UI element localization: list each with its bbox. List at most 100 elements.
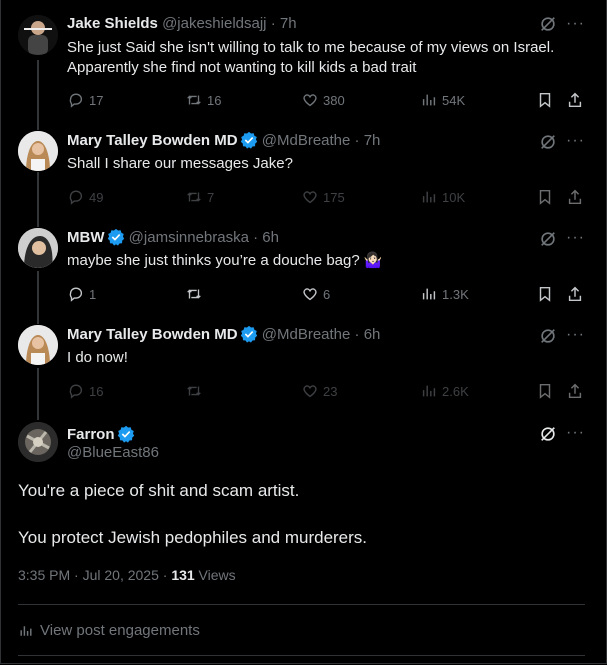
author-name[interactable]: Mary Talley Bowden MD: [67, 132, 238, 149]
action-bar: 17 16 380 54K: [67, 90, 592, 110]
like-button[interactable]: 6: [301, 284, 330, 304]
more-icon[interactable]: ···: [566, 133, 586, 152]
reply-text: She just Said she isn't willing to talk …: [67, 39, 555, 76]
verified-badge-icon: [240, 325, 258, 343]
reply-button[interactable]: 17: [67, 90, 103, 110]
author-name[interactable]: Jake Shields: [67, 15, 158, 32]
views-count: 1.3K: [442, 286, 469, 302]
author-handle[interactable]: @jakeshieldsajj: [162, 15, 266, 32]
repost-count: 16: [207, 92, 222, 108]
reply-icon: [69, 190, 83, 205]
reply-count: 49: [89, 189, 104, 205]
reply-button[interactable]: 49: [67, 187, 103, 207]
grok-icon[interactable]: [539, 133, 557, 151]
main-author-name[interactable]: Farron: [67, 426, 115, 443]
avatar[interactable]: [18, 228, 58, 268]
grok-icon[interactable]: [539, 425, 557, 443]
avatar[interactable]: [18, 15, 58, 55]
share-icon: [568, 189, 582, 205]
views-icon: [422, 385, 436, 397]
timestamp[interactable]: 6h: [364, 326, 381, 343]
bookmark-button[interactable]: [536, 90, 554, 110]
avatar[interactable]: [18, 422, 58, 462]
share-button[interactable]: [566, 284, 584, 304]
reply-header: Jake Shields @jakeshieldsajj · 7h: [67, 14, 297, 34]
like-button[interactable]: 175: [301, 187, 345, 207]
avatar[interactable]: [18, 131, 58, 171]
thread-line: [37, 271, 39, 324]
timestamp[interactable]: 7h: [364, 132, 381, 149]
repost-button[interactable]: 16: [185, 90, 221, 110]
share-button[interactable]: [566, 381, 584, 401]
views-button[interactable]: 54K: [420, 90, 465, 110]
repost-count: 7: [207, 189, 215, 205]
bookmark-button[interactable]: [536, 187, 554, 207]
reply-icon: [69, 93, 83, 108]
timestamp[interactable]: 7h: [280, 15, 297, 32]
like-count: 23: [323, 383, 338, 399]
post-timestamp[interactable]: 3:35 PM · Jul 20, 2025 ·: [18, 567, 171, 583]
repost-button[interactable]: [185, 284, 207, 304]
share-icon: [568, 286, 582, 302]
reply-text: Shall I share our messages Jake?: [67, 155, 293, 172]
reply-icon: [69, 384, 83, 399]
bookmark-button[interactable]: [536, 284, 554, 304]
views-button[interactable]: 2.6K: [420, 381, 469, 401]
views-icon: [422, 191, 436, 203]
like-button[interactable]: 23: [301, 381, 337, 401]
main-author-row: Farron: [67, 425, 135, 444]
view-engagements-link[interactable]: View post engagements: [18, 622, 200, 640]
views-count: 2.6K: [442, 383, 469, 399]
more-icon[interactable]: ···: [566, 16, 586, 35]
like-button[interactable]: 380: [301, 90, 345, 110]
more-icon[interactable]: ···: [566, 327, 586, 346]
views-button[interactable]: 10K: [420, 187, 465, 207]
avatar[interactable]: [18, 325, 58, 365]
thread-line: [37, 60, 39, 130]
reply-button[interactable]: 1: [67, 284, 96, 304]
view-engagements-label: View post engagements: [40, 622, 200, 639]
like-count: 175: [323, 189, 345, 205]
like-count: 380: [323, 92, 345, 108]
share-button[interactable]: [566, 187, 584, 207]
verified-badge-icon: [117, 425, 135, 443]
action-bar: 16 23 2.6K: [67, 381, 592, 401]
reply-button[interactable]: 16: [67, 381, 103, 401]
thread-line: [37, 368, 39, 420]
views-button[interactable]: 1.3K: [420, 284, 469, 304]
author-name[interactable]: Mary Talley Bowden MD: [67, 326, 238, 343]
author-handle[interactable]: @MdBreathe: [262, 326, 351, 343]
grok-icon[interactable]: [539, 15, 557, 33]
bookmark-button[interactable]: [536, 381, 554, 401]
more-icon[interactable]: ···: [566, 230, 586, 249]
repost-button[interactable]: [185, 381, 207, 401]
grok-icon[interactable]: [539, 327, 557, 345]
timestamp[interactable]: 6h: [262, 229, 279, 246]
separator-dot: ·: [354, 326, 360, 343]
reply-icon: [69, 287, 83, 302]
reply-count: 17: [89, 92, 104, 108]
repost-icon: [187, 95, 201, 105]
main-author-handle[interactable]: @BlueEast86: [67, 444, 159, 462]
views-label: Views: [194, 567, 236, 583]
like-icon: [303, 94, 317, 107]
reply-count: 1: [89, 286, 97, 302]
author-handle[interactable]: @jamsinnebraska: [129, 229, 249, 246]
reply-count: 16: [89, 383, 104, 399]
author-name[interactable]: MBW: [67, 229, 105, 246]
share-button[interactable]: [566, 90, 584, 110]
like-icon: [303, 385, 317, 398]
grok-icon[interactable]: [539, 230, 557, 248]
author-handle[interactable]: @MdBreathe: [262, 132, 351, 149]
more-icon[interactable]: ···: [566, 425, 586, 444]
repost-icon: [187, 386, 201, 396]
divider: [18, 604, 585, 605]
post-meta: 3:35 PM · Jul 20, 2025 · 131 Views: [18, 566, 236, 584]
verified-badge-icon: [107, 228, 125, 246]
repost-button[interactable]: 7: [185, 187, 214, 207]
like-icon: [303, 288, 317, 301]
reply-header: MBW @jamsinnebraska · 6h: [67, 228, 279, 248]
action-bar: 49 7 175 10K: [67, 187, 592, 207]
views-count: 10K: [442, 189, 466, 205]
like-count: 6: [323, 286, 331, 302]
